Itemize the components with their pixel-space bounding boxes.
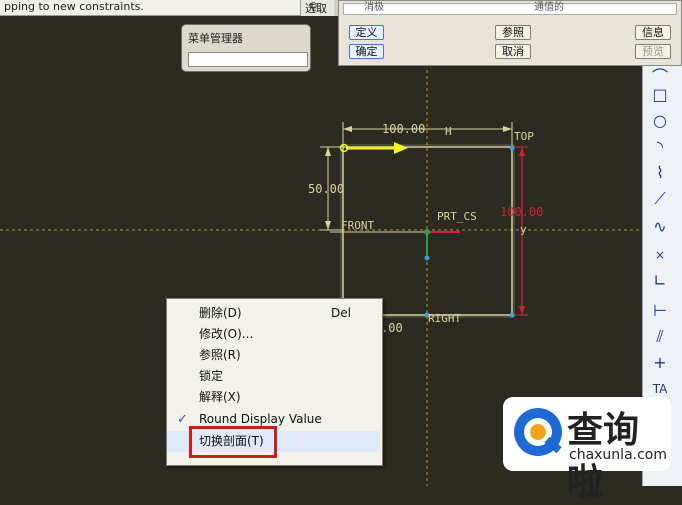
fillet-icon[interactable]: ⟋ [647,188,673,210]
menu-item-references[interactable]: 参照(R) [167,345,380,366]
dim-arrow [325,221,331,230]
dim-h-label: H [445,125,452,138]
point-icon[interactable]: ⌇ [647,162,673,184]
constraint-icon[interactable]: + [647,352,673,374]
csys-y-label: y [520,223,527,236]
csys-label: PRT_CS [437,210,477,223]
arc-icon[interactable]: ◝ [647,136,673,158]
menu-item-lock[interactable]: 锁定 [167,366,380,387]
rectangle-icon[interactable]: □ [647,84,673,106]
direction-arrow-head [394,142,408,154]
modify-icon[interactable]: ⫽ [647,326,673,348]
dim-arrow [503,126,512,132]
magnifier-icon [514,408,562,456]
spline-icon[interactable]: ∿ [647,216,673,238]
watermark-url: chaxunla.com [569,447,667,463]
menu-item-delete[interactable]: 删除(D) Del [167,303,380,324]
dimension-icon[interactable]: ⊢ [647,300,673,322]
dim-arrow [325,147,331,156]
checkmark-icon: ✓ [177,412,188,427]
vertex-point [509,145,515,151]
circle-icon[interactable]: ○ [647,110,673,132]
menu-item-explain[interactable]: 解释(X) [167,387,380,408]
top-datum-label: TOP [514,130,534,143]
corner-icon[interactable]: ∟ [647,270,673,292]
vertex-point [424,255,430,261]
highlight-box [189,426,277,458]
watermark-logo: 查询啦 chaxunla.com [503,397,671,503]
dim-vertical-value[interactable]: 50.00 [308,182,344,196]
dim-horizontal-value[interactable]: 100.00 [382,122,425,136]
right-datum-label: RIGHT [428,312,462,325]
menu-item-modify[interactable]: 修改(O)... [167,324,380,345]
cross-icon[interactable]: × [647,244,673,266]
dim-vertical-right-value[interactable]: 100.00 [500,205,543,219]
csys-origin [424,229,430,235]
vertex-point [509,312,515,318]
dim-arrow [343,126,352,132]
front-datum-label: FRONT [341,219,375,232]
dim-bottom-value[interactable]: .00 [381,321,403,335]
dim-arrow [519,306,525,315]
dim-arrow [519,147,525,156]
